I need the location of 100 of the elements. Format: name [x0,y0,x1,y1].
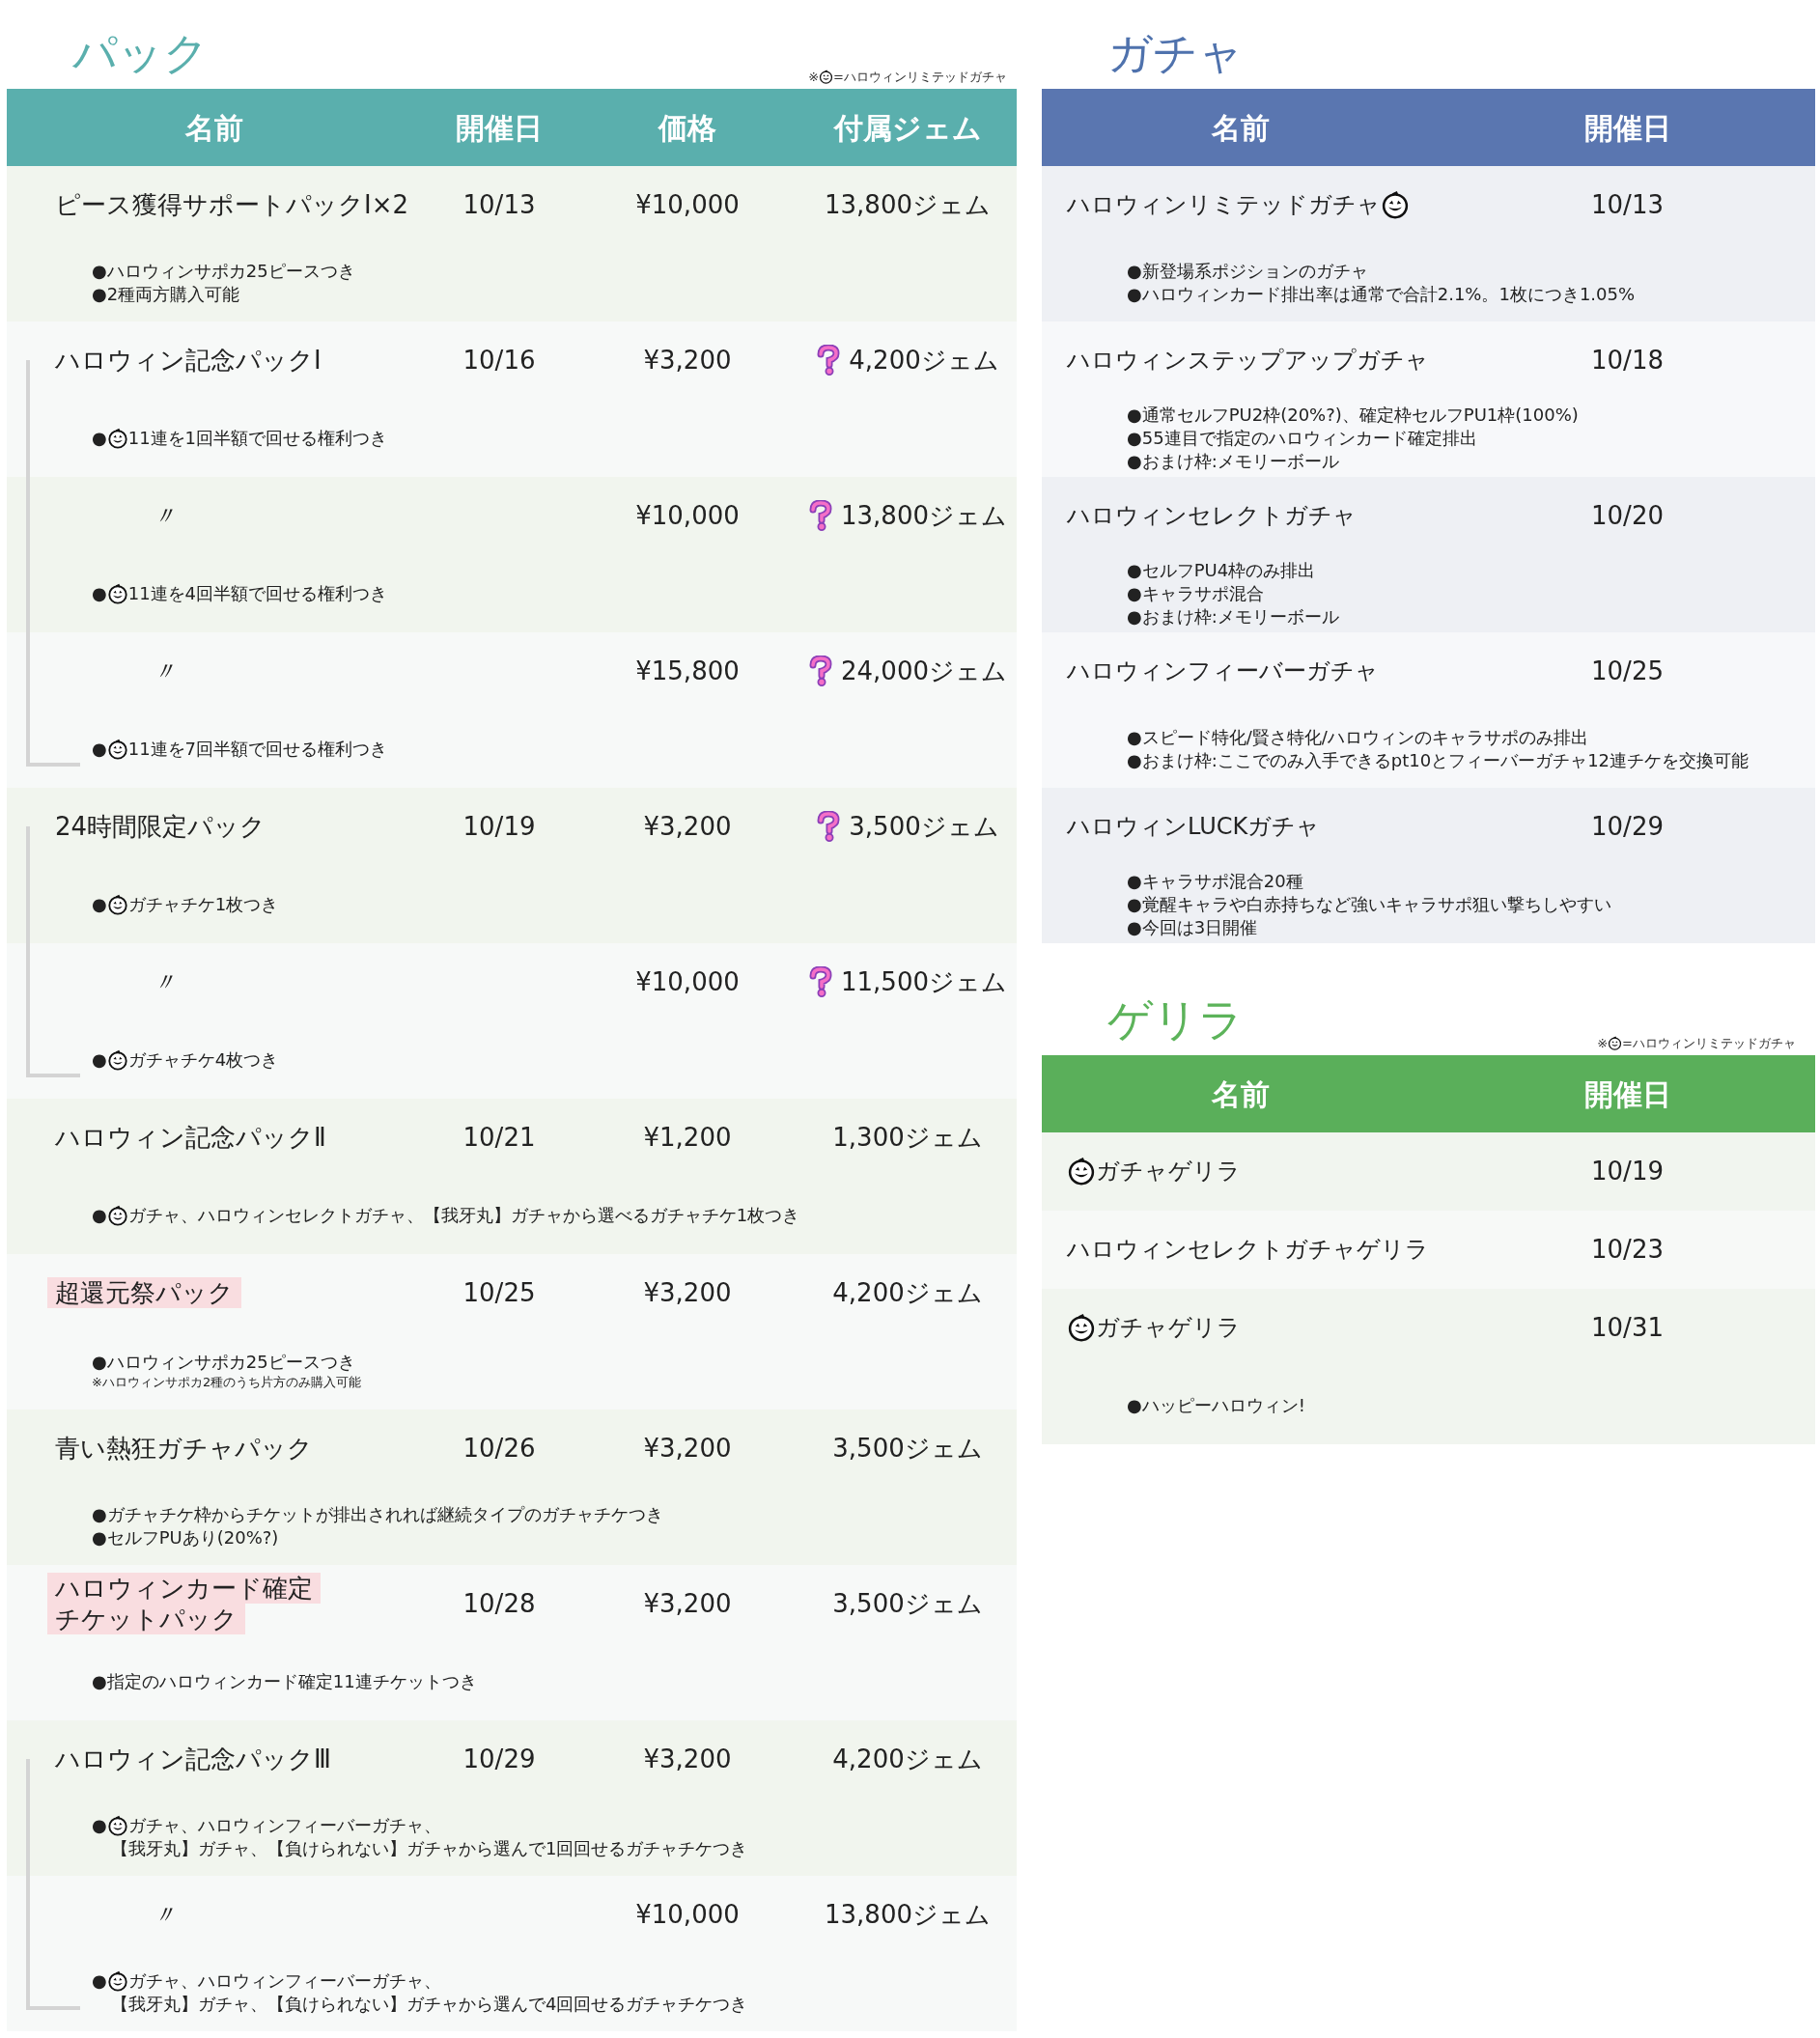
price: ¥3,200 [643,345,732,375]
legend-text: ※ [808,68,820,86]
footnote: ※ハロウィンサポカ2種のうち片方のみ購入可能 [92,1373,363,1391]
pack-name: ハロウィンカード確定 [47,1573,321,1604]
note-text: 11連を7回半額で回せる権利つき [127,737,388,761]
legend-text: ※ [1597,1034,1609,1052]
gem-amount: 24,000ジェム [841,655,1007,687]
bullet: ● [92,737,107,761]
note-text: ガチャチケ4枚つき [127,1047,279,1072]
date: 10/29 [462,1744,536,1773]
column-header: 名前 [184,109,244,147]
note-text: 11連を1回半額で回せる権利つき [127,426,388,450]
price: ¥10,000 [635,1899,740,1929]
note-text: ●ハロウィンカード排出率は通常で合計2.1%。1枚につき1.05% [1127,282,1637,306]
note-text: ●ハッピーハロウィン! [1127,1393,1306,1417]
date: 10/23 [1591,1234,1664,1264]
bullet: ● [92,892,107,916]
row-name: ハロウィンフィーバーガチャ [1067,656,1379,686]
gem-amount: 3,500ジェム [849,810,999,843]
column-header: 付属ジェム [832,109,983,147]
date: 10/19 [462,811,536,841]
note-text: ●2種両方購入可能 [92,282,241,306]
price: ¥3,200 [643,1433,732,1463]
section-title: ゲリラ [1106,997,1244,1047]
pack-name: 24時間限定パック [54,811,267,842]
note-text: ガチャ、ハロウィンフィーバーガチャ、 [127,1968,441,1993]
column-header: 開催日 [1582,109,1672,147]
note-text: ●おまけ枠:メモリーボール [1127,449,1340,473]
note-text: ●スピード特化/賢さ特化/ハロウィンのキャラサポのみ排出 [1127,725,1589,749]
ditto-mark: 〃 [151,1899,177,1929]
note-text: ●ハロウィンサポカ25ピースつき [92,259,356,283]
pumpkin-icon [819,69,834,84]
gem-amount: 13,800ジェム [841,499,1007,532]
note-text: ●新登場系ポジションのガチャ [1127,259,1369,283]
column-header: 開催日 [455,109,544,147]
column-header: 価格 [657,109,717,147]
date: 10/13 [462,189,536,219]
note-text: 【我牙丸】ガチャ、【負けられない】ガチャから選んで1回回せるガチャチケつき [110,1836,749,1860]
question-mark-icon [816,345,842,376]
pack-name: ハロウィン記念パックⅢ [54,1744,332,1774]
gem-amount: 4,200ジェム [849,344,999,377]
note-text: ●通常セルフPU2枠(20%?)、確定枠セルフPU1枠(100%) [1127,403,1580,427]
note-text: ●おまけ枠:メモリーボール [1127,604,1340,628]
note-text: ガチャ、ハロウィンフィーバーガチャ、 [127,1813,441,1837]
legend-text: =ハロウィンリミテッドガチャ [1622,1034,1796,1052]
gem-amount: 11,500ジェム [841,965,1007,998]
note-text: 11連を4回半額で回せる権利つき [127,581,388,605]
price: ¥3,200 [643,811,732,841]
note-text: ●ハロウィンサポカ25ピースつき [92,1350,356,1374]
pack-name: チケットパック [47,1604,245,1634]
question-mark-icon [808,656,833,686]
note-text: ●キャラサポ混合 [1127,581,1265,605]
price: ¥3,200 [643,1277,732,1307]
row-name: ハロウィンセレクトガチャ [1067,501,1357,531]
note-text: ●セルフPU4枠のみ排出 [1127,558,1317,582]
date: 10/25 [462,1277,536,1307]
section-title: ガチャ [1106,31,1244,81]
price: ¥10,000 [635,189,740,219]
price: ¥3,200 [643,1588,732,1618]
date: 10/21 [462,1122,536,1152]
date: 10/20 [1591,500,1664,530]
pack-name: 青い熱狂ガチャパック [54,1433,314,1464]
row-name: ハロウィンステップアップガチャ [1067,346,1429,376]
note-text: ●覚醒キャラや白赤持ちなど強いキャラサポ狙い撃ちしやすい [1127,892,1612,916]
gem-amount: 1,300ジェム [832,1121,983,1154]
gem-amount: 13,800ジェム [825,188,991,221]
bullet: ● [92,426,107,450]
gem-amount: 3,500ジェム [832,1432,983,1465]
bullet: ● [92,581,107,605]
question-mark-icon [808,500,833,531]
note-text: ●キャラサポ混合20種 [1127,869,1304,893]
pack-name: ハロウィン記念パックⅡ [54,1122,327,1153]
ditto-mark: 〃 [151,500,177,530]
question-mark-icon [816,811,842,842]
date: 10/18 [1591,345,1664,375]
note-text: ガチャチケ1枚つき [127,892,279,916]
date: 10/19 [1591,1156,1664,1186]
gem-amount: 4,200ジェム [832,1276,983,1309]
date: 10/31 [1591,1312,1664,1342]
date: 10/25 [1591,656,1664,685]
price: ¥10,000 [635,966,740,996]
bullet: ● [92,1203,107,1227]
row-name: ガチャゲリラ [1096,1313,1241,1343]
date: 10/28 [462,1588,536,1618]
row-name: ガチャゲリラ [1096,1157,1241,1187]
date: 10/16 [462,345,536,375]
row-name: ハロウィンリミテッドガチャ [1067,190,1381,220]
column-header: 名前 [1211,1075,1271,1113]
gem-amount: 4,200ジェム [832,1743,983,1775]
column-header: 名前 [1211,109,1271,147]
date: 10/29 [1591,811,1664,841]
price: ¥10,000 [635,500,740,530]
pack-name: ピース獲得サポートパックⅠ×2 [54,189,409,220]
pack-name: ハロウィン記念パックⅠ [54,345,322,376]
price: ¥3,200 [643,1744,732,1773]
date: 10/26 [462,1433,536,1463]
gem-amount: 13,800ジェム [825,1898,991,1931]
note-text: ●ガチャチケ枠からチケットが排出されれば継続タイプのガチャチケつき [92,1502,664,1526]
column-header: 開催日 [1582,1075,1672,1113]
note-text: ガチャ、ハロウィンセレクトガチャ、【我牙丸】ガチャから選べるガチャチケ1枚つき [127,1203,800,1227]
